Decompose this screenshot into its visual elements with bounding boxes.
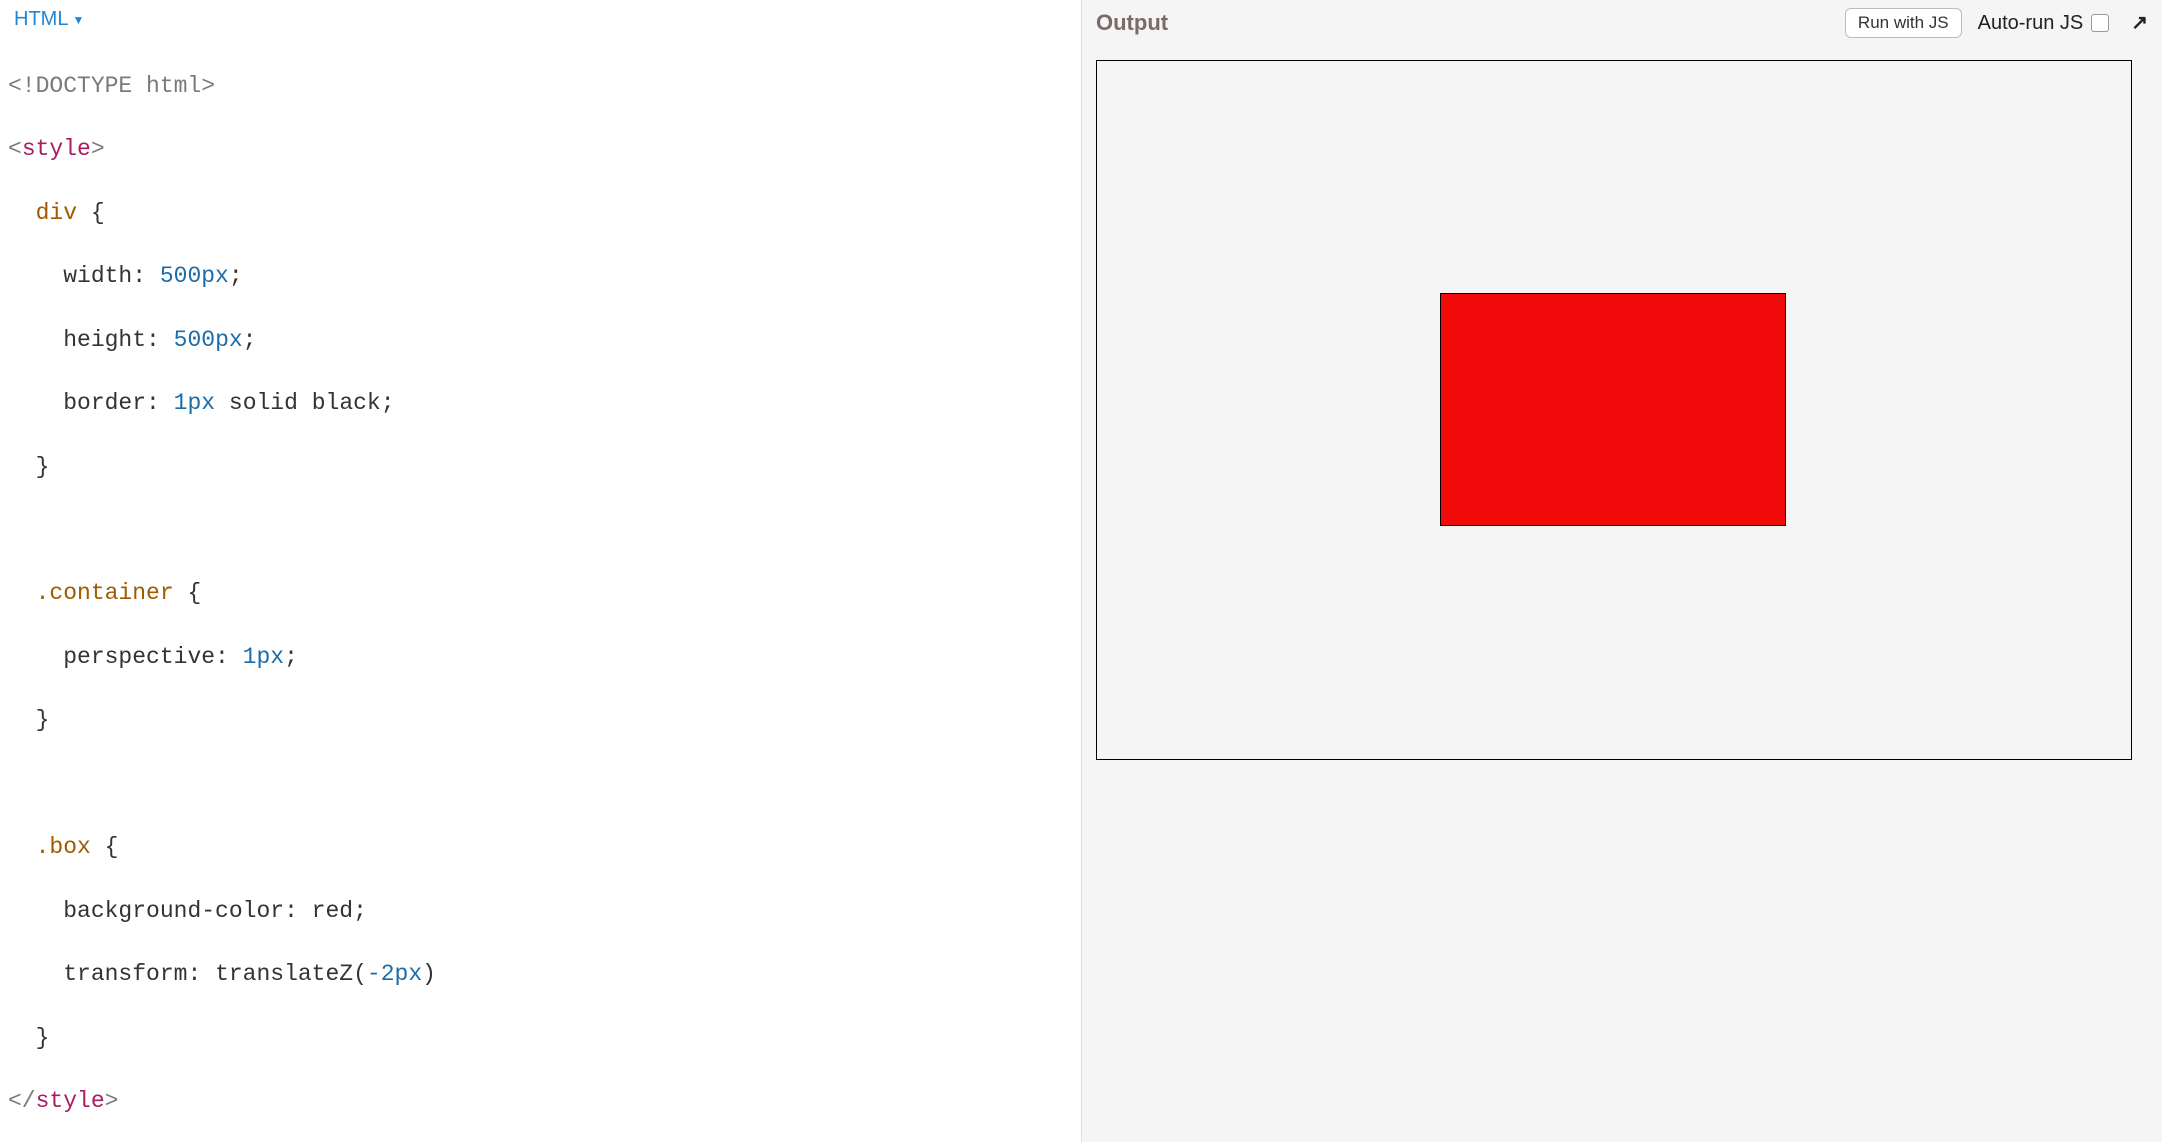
editor-pane: HTML ▼ <!DOCTYPE html> <style> div { wid…	[0, 0, 1081, 1142]
run-with-js-button[interactable]: Run with JS	[1845, 8, 1962, 38]
popout-icon[interactable]: ↗	[2125, 13, 2148, 33]
chevron-down-icon: ▼	[72, 14, 84, 26]
output-header: Output Run with JS Auto-run JS ↗	[1082, 0, 2162, 46]
output-pane: Output Run with JS Auto-run JS ↗	[1081, 0, 2162, 1142]
autorun-checkbox[interactable]	[2091, 14, 2109, 32]
output-preview-box	[1440, 293, 1785, 526]
code-editor[interactable]: <!DOCTYPE html> <style> div { width: 500…	[0, 37, 1081, 1142]
app-root: HTML ▼ <!DOCTYPE html> <style> div { wid…	[0, 0, 2162, 1142]
output-title: Output	[1096, 10, 1168, 36]
autorun-label: Auto-run JS	[1978, 12, 2084, 35]
editor-header: HTML ▼	[0, 0, 1081, 37]
output-preview-container	[1096, 60, 2132, 760]
language-label: HTML	[14, 8, 68, 31]
autorun-toggle[interactable]: Auto-run JS	[1978, 12, 2110, 35]
language-selector[interactable]: HTML ▼	[14, 8, 84, 31]
